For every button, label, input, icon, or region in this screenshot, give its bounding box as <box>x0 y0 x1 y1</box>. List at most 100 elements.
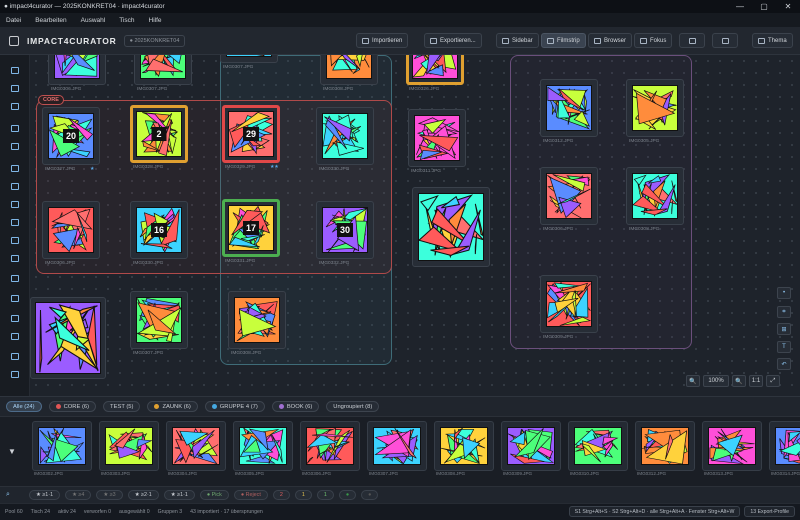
table-icon[interactable] <box>11 315 19 322</box>
export-profiles-button[interactable]: 13 Export-Profile <box>744 506 795 517</box>
photo-thumbnail[interactable] <box>48 55 106 85</box>
shortcut-hints[interactable]: S1 Strg+Alt+S · S2 Strg+Alt+D · alle Str… <box>568 506 741 517</box>
rating-filter-3[interactable]: ★ ≥3 <box>96 490 123 500</box>
filter-zaunk[interactable]: ZAUNK (6) <box>147 401 198 412</box>
distribute-v-icon[interactable] <box>11 295 19 302</box>
group-core-tag[interactable]: CORE <box>38 95 64 105</box>
color-filter-dark-green[interactable]: ● <box>338 490 357 500</box>
filmstrip-toggle-button[interactable]: Filmstrip <box>541 33 586 48</box>
light-table-canvas[interactable]: CORE IMG0306.JPG IMG0307.JPG IMG0308.JPG IM… <box>30 55 800 396</box>
photo-thumbnail[interactable] <box>228 291 286 349</box>
photo-thumbnail[interactable] <box>408 109 466 167</box>
color-filter-none[interactable]: ● <box>361 490 379 500</box>
distribute-h-icon[interactable] <box>11 275 19 282</box>
photo-thumbnail[interactable] <box>540 167 598 225</box>
rating-filter-4[interactable]: ★ ≥4 <box>65 490 92 500</box>
photo-thumbnail[interactable]: 20 <box>42 107 100 165</box>
panel-button[interactable] <box>712 33 738 48</box>
zoom-out-icon[interactable]: 🔍 <box>686 375 700 387</box>
large-thumbnail[interactable] <box>30 297 106 379</box>
magic-wand-icon[interactable] <box>11 143 19 150</box>
filmstrip-thumbnail[interactable] <box>501 421 561 471</box>
photo-thumbnail[interactable] <box>316 107 374 165</box>
filter-core[interactable]: CORE (6) <box>48 401 97 412</box>
align-top-icon[interactable] <box>11 219 19 226</box>
export-button[interactable]: Exportieren... <box>424 33 482 48</box>
photo-thumbnail[interactable] <box>540 79 598 137</box>
photo-thumbnail[interactable] <box>220 55 278 63</box>
grid-toggle-icon[interactable]: ⊞ <box>777 323 791 335</box>
filmstrip-thumbnail[interactable] <box>367 421 427 471</box>
photo-thumbnail[interactable] <box>134 55 192 85</box>
zoom-in-icon[interactable]: 🔍 <box>732 375 746 387</box>
sidebar-toggle-button[interactable]: Sidebar <box>496 33 539 48</box>
rating-filter-1[interactable]: ★ ≥1·1 <box>29 490 61 500</box>
photo-thumbnail[interactable]: 16 <box>130 201 188 259</box>
menu-tisch[interactable]: Tisch <box>119 17 134 24</box>
photo-thumbnail[interactable] <box>406 55 464 85</box>
browser-toggle-button[interactable]: Browser <box>588 33 633 48</box>
focus-button[interactable]: Fokus <box>634 33 673 48</box>
filmstrip-collapse-icon[interactable]: ▼ <box>8 447 16 456</box>
filmstrip-thumbnail[interactable] <box>233 421 293 471</box>
photo-thumbnail[interactable] <box>626 167 684 225</box>
photo-thumbnail[interactable]: 17 <box>222 199 280 257</box>
align-right-icon[interactable] <box>11 201 19 208</box>
zoom-tool-icon[interactable] <box>11 67 19 74</box>
filmstrip-thumbnail[interactable] <box>99 421 159 471</box>
photo-thumbnail[interactable] <box>42 201 100 259</box>
color-filter-green[interactable]: 1 <box>316 490 334 500</box>
close-button[interactable]: ✕ <box>776 2 800 11</box>
camera-icon[interactable] <box>11 353 19 360</box>
menu-auswahl[interactable]: Auswahl <box>81 17 106 24</box>
rating-filter-2[interactable]: ★ ≥2·1 <box>127 490 159 500</box>
filmstrip-thumbnail[interactable] <box>32 421 92 471</box>
align-left-icon[interactable] <box>11 165 19 172</box>
align-middle-icon[interactable] <box>11 237 19 244</box>
theme-button[interactable]: Thema <box>752 33 793 48</box>
filmstrip-thumbnail[interactable] <box>300 421 360 471</box>
crop-icon[interactable] <box>11 333 19 340</box>
photo-thumbnail[interactable]: 29 <box>222 105 280 163</box>
filter-gruppe4[interactable]: GRUPPE 4 (7) <box>204 401 265 412</box>
grid-tool-icon[interactable] <box>11 103 19 110</box>
zoom-actual-button[interactable]: 1:1 <box>749 375 763 387</box>
menu-hilfe[interactable]: Hilfe <box>149 17 162 24</box>
text-tool-icon[interactable]: T <box>777 341 791 353</box>
layout-grid-icon[interactable] <box>11 125 19 132</box>
undo-icon[interactable]: ↶ <box>777 358 791 370</box>
align-center-icon[interactable] <box>11 183 19 190</box>
pick-filter[interactable]: ● Pick <box>199 490 229 500</box>
pin-icon[interactable]: • <box>777 287 791 299</box>
large-thumbnail[interactable] <box>412 187 490 267</box>
import-button[interactable]: Importieren <box>356 33 409 48</box>
filter-ungrouped[interactable]: Ungroupiert (8) <box>326 401 380 412</box>
layout-button[interactable] <box>679 33 705 48</box>
rating-filter-1b[interactable]: ★ ≥1·1 <box>163 490 195 500</box>
reject-filter[interactable]: ● Reject <box>233 490 268 500</box>
filmstrip-thumbnail[interactable] <box>166 421 226 471</box>
filter-test[interactable]: TEST (5) <box>103 401 141 412</box>
history-icon[interactable] <box>11 371 19 378</box>
photo-thumbnail[interactable] <box>540 275 598 333</box>
maximize-button[interactable]: ▢ <box>752 2 776 11</box>
color-filter-yellow[interactable]: 1 <box>294 490 312 500</box>
fullscreen-icon[interactable]: ⤢ <box>766 375 780 387</box>
filter-all[interactable]: Alle (24) <box>6 401 42 412</box>
filter-book[interactable]: BOOK (6) <box>271 401 320 412</box>
photo-thumbnail[interactable] <box>320 55 378 85</box>
filmstrip-thumbnail[interactable] <box>434 421 494 471</box>
filmstrip-thumbnail[interactable] <box>769 421 800 471</box>
menu-bearbeiten[interactable]: Bearbeiten <box>35 17 66 24</box>
photo-thumbnail[interactable]: 30 <box>316 201 374 259</box>
filmstrip-thumbnail[interactable] <box>635 421 695 471</box>
filmstrip-thumbnail[interactable] <box>568 421 628 471</box>
fit-tool-icon[interactable] <box>11 85 19 92</box>
photo-thumbnail[interactable] <box>626 79 684 137</box>
snap-icon[interactable]: ⌗ <box>777 306 791 318</box>
photo-thumbnail[interactable] <box>130 291 188 349</box>
color-filter-red[interactable]: 2 <box>272 490 290 500</box>
search-icon[interactable]: ⌕ <box>6 491 24 499</box>
menu-datei[interactable]: Datei <box>6 17 21 24</box>
minimize-button[interactable]: — <box>728 2 752 11</box>
